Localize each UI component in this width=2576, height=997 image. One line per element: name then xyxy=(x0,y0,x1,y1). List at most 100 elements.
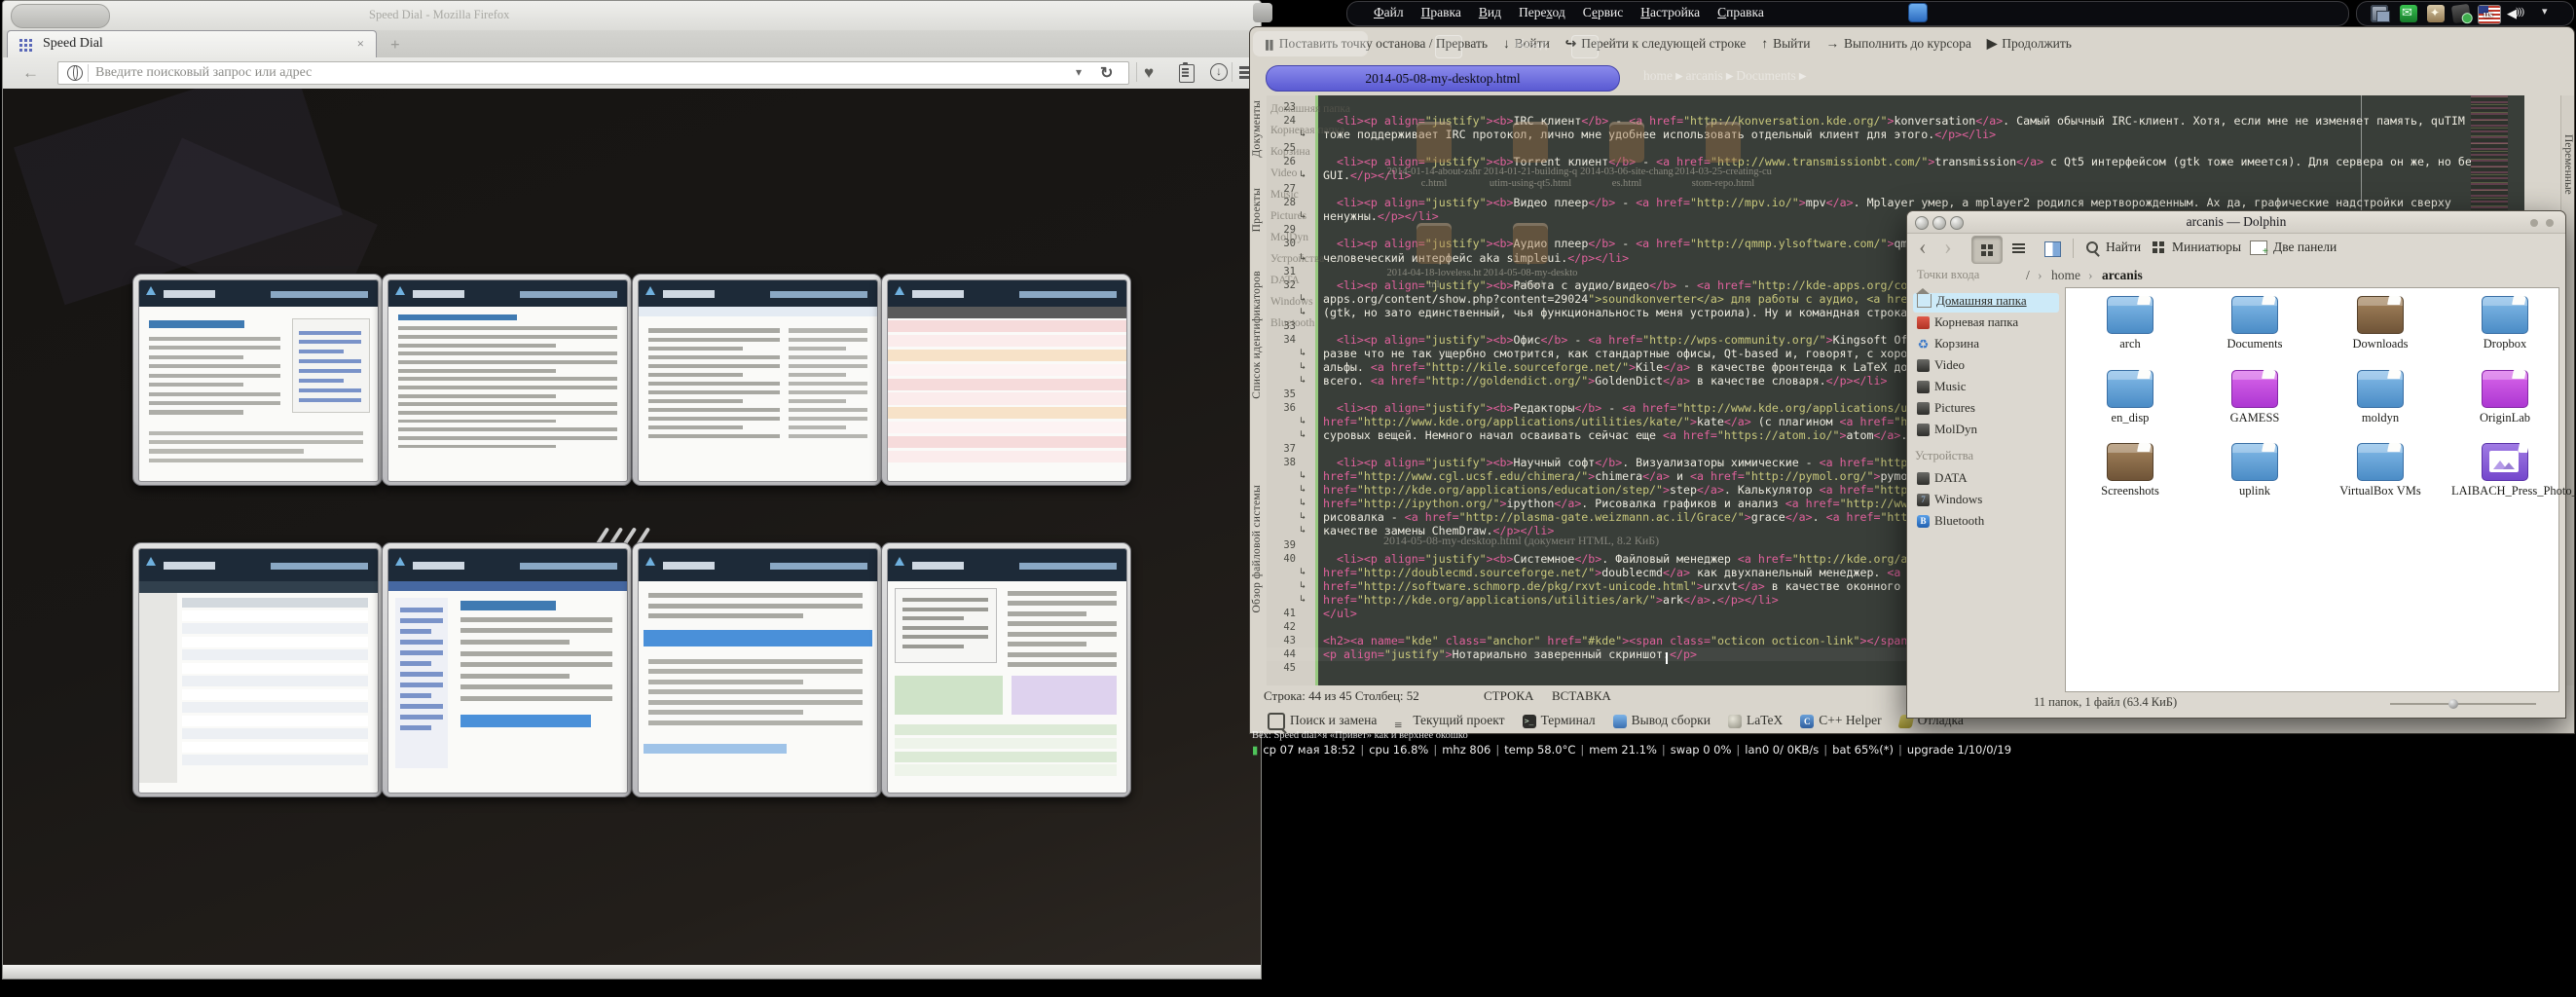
menu-Файл[interactable]: Файл xyxy=(1374,2,1404,23)
tool-latex-icon[interactable]: LaTeX xyxy=(1728,709,1783,732)
volume-icon[interactable] xyxy=(2507,5,2524,22)
place-Bluetooth[interactable]: BBluetooth xyxy=(1913,513,1984,533)
place-Windows[interactable]: 7Windows xyxy=(1913,492,1982,511)
tool-search-icon[interactable]: Поиск и замена xyxy=(1268,709,1377,732)
mock-rect xyxy=(644,744,787,754)
dial-thumbnail-wiki-applications[interactable] xyxy=(881,542,1131,797)
toolview-tab-1[interactable]: Проекты xyxy=(1251,188,1267,232)
toolbar-run-to-cursor-icon[interactable]: →Выполнить до курсора xyxy=(1826,29,1971,58)
tool-terminal-icon[interactable]: >_Терминал xyxy=(1523,709,1596,732)
place-Корневая папка[interactable]: Корневая папка xyxy=(1913,314,2018,334)
toolbar-step-out-icon[interactable]: ↑Выйти xyxy=(1761,29,1810,58)
dial-thumbnail-aur-home[interactable] xyxy=(382,542,632,797)
place-Music[interactable]: Music xyxy=(1913,379,1967,398)
mock-row xyxy=(888,422,1126,433)
network-icon[interactable] xyxy=(2371,5,2388,22)
menu-Вид[interactable]: Вид xyxy=(1479,2,1501,23)
clipboard-icon[interactable] xyxy=(1179,64,1195,83)
zoom-slider[interactable] xyxy=(2390,703,2536,705)
file-OriginLab[interactable]: OriginLab xyxy=(2451,370,2558,425)
menu-Сервис[interactable]: Сервис xyxy=(1583,2,1624,23)
menu-Правка[interactable]: Правка xyxy=(1421,2,1461,23)
find-button[interactable]: Найти xyxy=(2106,240,2141,255)
window-button-icon[interactable] xyxy=(2546,219,2554,227)
place-MolDyn[interactable]: MolDyn xyxy=(1913,422,1977,441)
mock-row xyxy=(182,689,368,700)
bookmark-heart-icon[interactable]: ♥ xyxy=(1144,63,1154,83)
icons-view-button[interactable] xyxy=(1971,236,2003,264)
file-en_disp[interactable]: en_disp xyxy=(2077,370,2184,425)
dolphin-titlebar[interactable]: arcanis — Dolphin xyxy=(1907,211,2565,234)
menu-Переход[interactable]: Переход xyxy=(1519,2,1565,23)
place-Video[interactable]: Video xyxy=(1913,357,1965,377)
dial-screen xyxy=(887,548,1127,794)
toolview-tab-2[interactable]: Список идентификаторов xyxy=(1251,271,1267,399)
breadcrumb-arcanis[interactable]: arcanis xyxy=(2102,268,2143,283)
file-LAIBACH_Press_Photo_2011.jpg[interactable]: LAIBACH_Press_Photo_2011.jpg xyxy=(2451,443,2558,498)
folder-view[interactable]: arch Documents Downloads Dropbox en_disp GAME… xyxy=(2065,287,2559,692)
toolview-tab-0[interactable]: Документы xyxy=(1251,100,1267,158)
file-GAMESS[interactable]: GAMESS xyxy=(2201,370,2308,425)
browser-titlebar[interactable]: Speed Dial - Mozilla Firefox xyxy=(3,1,1261,30)
dial-thumbnail-arch-packages[interactable] xyxy=(132,542,383,797)
mail-icon[interactable] xyxy=(2400,5,2417,22)
file-Documents[interactable]: Documents xyxy=(2201,296,2308,351)
place-DATA[interactable]: DATA xyxy=(1913,470,1968,490)
file-Screenshots[interactable]: Screenshots xyxy=(2077,443,2184,498)
file-Dropbox[interactable]: Dropbox xyxy=(2451,296,2558,351)
file-arch[interactable]: arch xyxy=(2077,296,2184,351)
tool-project-icon[interactable]: ≡Текущий проект xyxy=(1394,709,1504,732)
toolview-tab-3[interactable]: Обзор файловой системы xyxy=(1251,485,1267,612)
new-tab-button[interactable]: + xyxy=(390,35,406,51)
breadcrumb-home[interactable]: home xyxy=(2051,268,2080,283)
file-VirtualBox VMs[interactable]: VirtualBox VMs xyxy=(2327,443,2434,498)
tool-build-output-icon[interactable]: Вывод сборки xyxy=(1613,709,1711,732)
place-Корзина[interactable]: ♻Корзина xyxy=(1913,336,1979,355)
menu-Настройка[interactable]: Настройка xyxy=(1640,2,1700,23)
address-input[interactable] xyxy=(93,62,974,84)
window-menu-pill[interactable] xyxy=(11,4,110,28)
dropdown-icon[interactable]: ▾ xyxy=(1076,65,1082,80)
place-Домашняя папка[interactable]: Домашняя папка xyxy=(1913,293,2059,313)
tab-close-icon[interactable]: × xyxy=(357,36,364,52)
window-button-icon[interactable] xyxy=(2530,219,2538,227)
cursor-position: Строка: 44 из 45 Столбец: 52 xyxy=(1264,688,1419,704)
tab-2014-05-08-my-desktop[interactable]: 2014-05-08-my-desktop.html xyxy=(1266,65,1620,92)
file-uplink[interactable]: uplink xyxy=(2201,443,2308,498)
arch-logo-icon xyxy=(395,557,405,566)
back-icon[interactable]: ‹ xyxy=(1919,235,1927,260)
thumbnails-button[interactable]: Миниатюры xyxy=(2172,240,2241,255)
dial-thumbnail-arch-wiki[interactable] xyxy=(632,274,882,486)
back-icon[interactable]: ← xyxy=(22,63,39,83)
mock-line xyxy=(400,715,443,720)
tab-speed-dial[interactable]: Speed Dial × xyxy=(7,30,377,58)
file-Downloads[interactable]: Downloads xyxy=(2327,296,2434,351)
mock-line xyxy=(398,351,617,355)
file-moldyn[interactable]: moldyn xyxy=(2327,370,2434,425)
dial-thumbnail-arch-bugtracker[interactable] xyxy=(881,274,1131,486)
screenshot-icon[interactable] xyxy=(2451,4,2471,23)
mock-line xyxy=(648,373,743,377)
breadcrumb-root[interactable]: / xyxy=(2026,268,2030,283)
address-bar[interactable]: ▾ ↻ xyxy=(57,61,1129,85)
dial-thumbnail-arch-home[interactable] xyxy=(132,274,383,486)
compact-view-button[interactable] xyxy=(2038,236,2067,262)
dial-thumbnail-wiki-main[interactable] xyxy=(632,542,882,797)
wand-icon[interactable] xyxy=(2427,5,2445,22)
dial-thumbnail-arch-news[interactable] xyxy=(382,274,632,486)
place-Pictures[interactable]: Pictures xyxy=(1913,400,1975,420)
keyboard-us-flag[interactable] xyxy=(2478,5,2501,24)
tool-cpp-helper-icon[interactable]: CC++ Helper xyxy=(1800,709,1881,732)
two-panels-button[interactable]: Две панели xyxy=(2273,240,2337,255)
forward-icon[interactable]: › xyxy=(1944,235,1952,260)
panel-blue-icon[interactable] xyxy=(1908,3,1928,22)
reload-icon[interactable]: ↻ xyxy=(1100,63,1113,83)
chevron-down-icon[interactable]: ▾ xyxy=(2542,5,2559,22)
site-title-bar xyxy=(663,290,716,297)
panel-launcher-icon[interactable] xyxy=(1253,3,1272,22)
menu-Справка[interactable]: Справка xyxy=(1717,2,1764,23)
toolbar-label: Выполнить до курсора xyxy=(1844,36,1971,51)
toolbar-continue-icon[interactable]: ▶Продолжить xyxy=(1987,29,2072,58)
details-view-button[interactable] xyxy=(2005,236,2034,262)
download-icon[interactable]: ↓ xyxy=(1210,63,1228,81)
